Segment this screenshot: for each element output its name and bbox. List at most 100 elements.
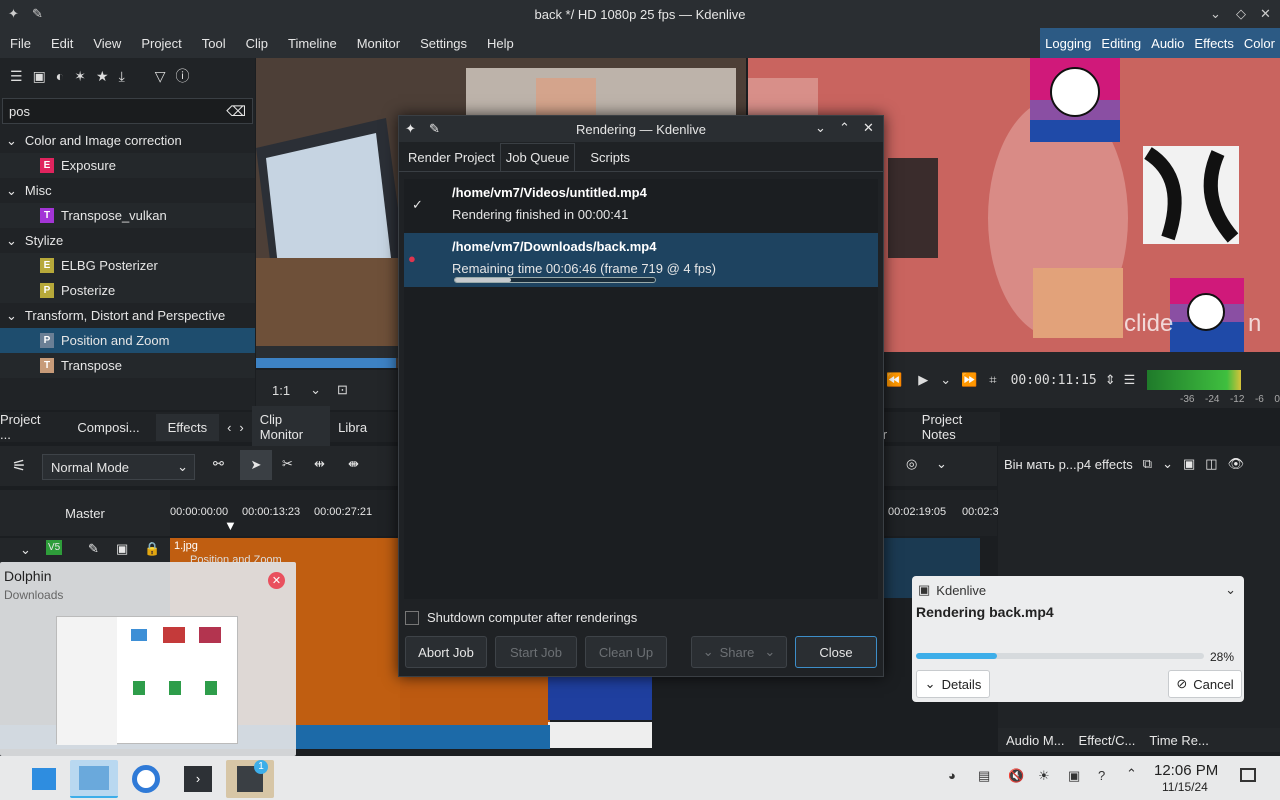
tab-compositions[interactable]: Composi...: [69, 420, 147, 435]
terminal-icon[interactable]: ›: [174, 760, 222, 798]
compare-icon[interactable]: ⧉: [1143, 456, 1152, 472]
spin-icon[interactable]: ⇕: [1105, 372, 1116, 388]
effect-category[interactable]: ⌄ Misc: [0, 178, 255, 203]
layout-logging[interactable]: Logging: [1040, 36, 1096, 51]
razor-tool-icon[interactable]: ✂: [282, 456, 293, 472]
tab-scroll-left-icon[interactable]: ‹: [227, 420, 231, 435]
magnet-icon[interactable]: ⚯: [213, 456, 224, 472]
chevron-down-icon[interactable]: ⌄: [940, 372, 951, 388]
menu-tool[interactable]: Tool: [192, 36, 236, 51]
share-button[interactable]: ⌄ Share ⌄: [691, 636, 787, 668]
minimize-icon[interactable]: ⌄: [1210, 6, 1221, 22]
details-button[interactable]: ⌄ Details: [916, 670, 990, 698]
tab-project-notes[interactable]: Project Notes: [914, 412, 1000, 442]
help-icon[interactable]: ?: [1098, 768, 1105, 783]
zoom-select[interactable]: 1:1: [272, 383, 290, 398]
audio-effects-icon[interactable]: ◐: [56, 68, 64, 84]
effect-category[interactable]: ⌄ Stylize: [0, 228, 255, 253]
shutdown-checkbox[interactable]: [405, 610, 419, 625]
brightness-icon[interactable]: ☀: [1038, 768, 1050, 784]
updates-icon[interactable]: ◕: [948, 768, 956, 783]
layout-effects[interactable]: Effects: [1189, 36, 1239, 51]
chevron-down-icon[interactable]: ⌄: [936, 456, 947, 472]
pin-icon[interactable]: ✎: [429, 121, 440, 137]
filter-icon[interactable]: ▽: [155, 68, 166, 85]
effect-category[interactable]: ⌄ Color and Image correction: [0, 128, 255, 153]
menu-project[interactable]: Project: [131, 36, 191, 51]
forward-icon[interactable]: ⏩: [961, 372, 977, 388]
list-icon[interactable]: ☰: [10, 68, 23, 85]
menu-edit[interactable]: Edit: [41, 36, 83, 51]
split-icon[interactable]: ◫: [1205, 456, 1217, 472]
minimize-icon[interactable]: ⌄: [815, 120, 826, 136]
eye-icon[interactable]: 👁: [1228, 456, 1245, 472]
tab-job-queue[interactable]: Job Queue: [499, 143, 576, 171]
close-preview-icon[interactable]: ✕: [268, 572, 285, 589]
save-stack-icon[interactable]: ▣: [1183, 456, 1195, 472]
effect-item[interactable]: T Transpose: [0, 353, 255, 378]
tab-clip-monitor[interactable]: Clip Monitor: [251, 406, 331, 448]
dolphin-preview[interactable]: Dolphin Downloads ✕: [0, 562, 296, 756]
maximize-icon[interactable]: ⌃: [839, 120, 850, 136]
tab-effect-composition[interactable]: Effect/C...: [1079, 733, 1136, 748]
info-icon[interactable]: ⓘ: [176, 66, 190, 86]
menu-settings[interactable]: Settings: [410, 36, 477, 51]
menu-view[interactable]: View: [83, 36, 131, 51]
chevron-down-icon[interactable]: ⌄: [6, 308, 17, 324]
close-icon[interactable]: ✕: [863, 120, 874, 136]
job-item[interactable]: ✓ /home/vm7/Videos/untitled.mp4 Renderin…: [404, 179, 878, 233]
kdenlive-taskbar-icon[interactable]: 1: [226, 760, 274, 798]
rewind-icon[interactable]: ⏪: [886, 372, 902, 388]
chevron-down-icon[interactable]: ⌄: [6, 233, 17, 249]
timeline-clip-thumb[interactable]: [548, 670, 652, 720]
effects-search-input[interactable]: pos ⌫: [2, 98, 253, 124]
menu-icon[interactable]: ☰: [1124, 372, 1136, 388]
tray-expand-icon[interactable]: ⌃: [1126, 766, 1137, 782]
abort-job-button[interactable]: Abort Job: [405, 636, 487, 668]
timeline-play-icon[interactable]: ◎: [906, 456, 917, 472]
fit-icon[interactable]: ⊡: [337, 382, 348, 398]
layout-editing[interactable]: Editing: [1096, 36, 1146, 51]
pin-icon[interactable]: ✎: [32, 6, 43, 22]
app-launcher-icon[interactable]: [20, 760, 68, 798]
select-tool-icon[interactable]: ➤: [240, 450, 272, 480]
tab-audio-mixer[interactable]: Audio M...: [1006, 733, 1065, 748]
tab-time-remapping[interactable]: Time Re...: [1149, 733, 1208, 748]
clean-up-button[interactable]: Clean Up: [585, 636, 667, 668]
playhead-icon[interactable]: ▼: [224, 518, 237, 533]
video-effects-icon[interactable]: ▣: [33, 68, 46, 85]
timeline-clip-white[interactable]: [548, 722, 652, 748]
timecode[interactable]: 00:00:11:15: [1011, 373, 1097, 388]
crop-icon[interactable]: ⌗: [989, 372, 996, 388]
clock-date[interactable]: 11/15/24: [1162, 780, 1208, 794]
clear-search-icon[interactable]: ⌫: [226, 103, 246, 120]
timeline-settings-icon[interactable]: ⚟: [12, 456, 26, 476]
effect-item[interactable]: E Exposure: [0, 153, 255, 178]
lock-track-icon[interactable]: 🔒: [144, 541, 160, 557]
volume-muted-icon[interactable]: 🔇: [1008, 768, 1024, 784]
edit-mode-select[interactable]: Normal Mode ⌄: [42, 454, 195, 480]
chevron-down-icon[interactable]: ⌄: [6, 183, 17, 199]
effect-item[interactable]: T Transpose_vulkan: [0, 203, 255, 228]
tab-scroll-right-icon[interactable]: ›: [239, 420, 243, 435]
play-icon[interactable]: ▶: [918, 372, 928, 388]
show-desktop-icon[interactable]: [1240, 768, 1256, 782]
storage-icon[interactable]: ▣: [1068, 768, 1080, 784]
chevron-down-icon[interactable]: ⌄: [1225, 582, 1236, 598]
chevron-down-icon[interactable]: ⌄: [1162, 456, 1173, 472]
effect-item[interactable]: E ELBG Posterizer: [0, 253, 255, 278]
hide-track-icon[interactable]: ▣: [116, 541, 128, 557]
chevron-down-icon[interactable]: ⌄: [310, 382, 321, 398]
cancel-button[interactable]: ⊘ Cancel: [1168, 670, 1242, 698]
ripple-tool-icon[interactable]: ⇼: [348, 456, 359, 472]
effect-item[interactable]: P Posterize: [0, 278, 255, 303]
job-item[interactable]: ● /home/vm7/Downloads/back.mp4 Remaining…: [404, 233, 878, 287]
layout-audio[interactable]: Audio: [1146, 36, 1189, 51]
layout-color[interactable]: Color: [1239, 36, 1280, 51]
favorites-icon[interactable]: ★: [96, 68, 109, 85]
close-button[interactable]: Close: [795, 636, 877, 668]
dolphin-taskbar-icon[interactable]: [70, 760, 118, 798]
close-icon[interactable]: ✕: [1260, 6, 1271, 22]
menu-monitor[interactable]: Monitor: [347, 36, 410, 51]
shutdown-option[interactable]: Shutdown computer after renderings: [405, 610, 637, 625]
